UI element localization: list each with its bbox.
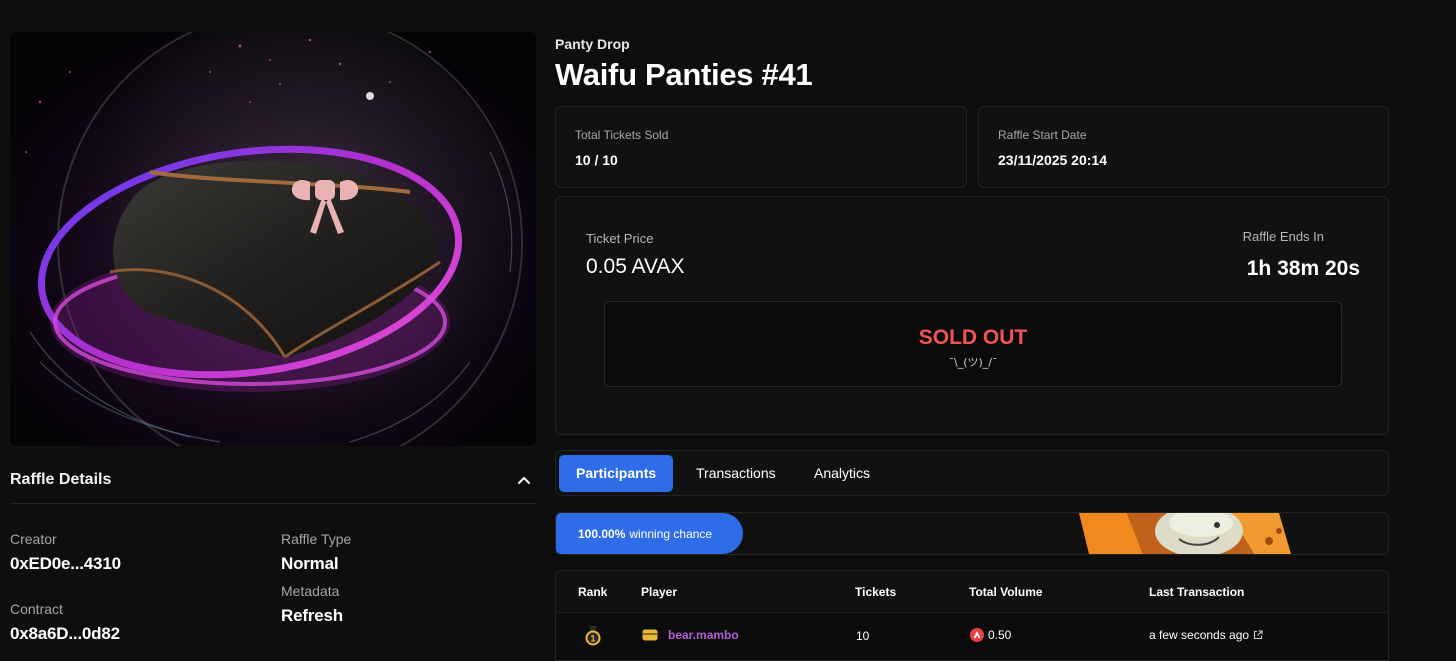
tickets-sold-label: Total Tickets Sold — [575, 128, 669, 142]
col-tickets: Tickets — [855, 585, 897, 599]
total-volume-cell: 0.50 — [970, 628, 1011, 642]
gold-medal-icon: 1 — [585, 626, 601, 646]
tab-analytics[interactable]: Analytics — [814, 455, 870, 492]
shrug-emoticon: ¯\_(ツ)_/¯ — [948, 356, 998, 369]
table-header: Rank Player Tickets Total Volume Last Tr… — [556, 571, 1388, 613]
chevron-up-icon[interactable] — [518, 476, 530, 484]
tab-transactions[interactable]: Transactions — [696, 455, 776, 492]
raffle-type-value: Normal — [281, 554, 339, 573]
start-date-value: 23/11/2025 20:14 — [998, 152, 1107, 168]
raffle-type-label: Raffle Type — [281, 531, 352, 547]
table-row: 1 bear.mambo 10 0.50 a few seconds ago — [556, 613, 1388, 660]
player-name[interactable]: bear.mambo — [668, 628, 739, 642]
raffle-details-header[interactable]: Raffle Details — [10, 456, 536, 504]
tickets-sold-value: 10 / 10 — [575, 152, 618, 168]
ticket-price-label: Ticket Price — [586, 231, 654, 246]
total-volume-value: 0.50 — [988, 628, 1012, 642]
collection-name[interactable]: Panty Drop — [555, 36, 630, 52]
col-last-transaction: Last Transaction — [1149, 585, 1245, 599]
col-total-volume: Total Volume — [969, 585, 1043, 599]
raffle-ends-label: Raffle Ends In — [1242, 229, 1324, 244]
external-link-icon[interactable] — [1253, 630, 1263, 640]
ticket-count: 10 — [856, 629, 870, 643]
ticket-price-value: 0.05 AVAX — [586, 255, 685, 278]
page-title: Waifu Panties #41 — [555, 57, 813, 92]
sold-out-label: SOLD OUT — [918, 326, 1028, 349]
tab-bar: Participants Transactions Analytics — [555, 450, 1389, 496]
nft-image — [10, 32, 536, 446]
winning-chance-text: winning chance — [629, 526, 713, 541]
contract-address[interactable]: 0x8a6D...0d82 — [10, 624, 120, 644]
wallet-icon — [642, 629, 658, 641]
raffle-details-title: Raffle Details — [10, 470, 112, 488]
nft-artwork — [10, 32, 536, 446]
participants-table: Rank Player Tickets Total Volume Last Tr… — [555, 570, 1389, 661]
creator-address[interactable]: 0xED0e...4310 — [10, 554, 121, 574]
winning-chance-bar: 100.00% winning chance — [555, 512, 1389, 555]
mascot-illustration — [1079, 513, 1291, 554]
tickets-sold-card: Total Tickets Sold 10 / 10 — [555, 106, 967, 188]
start-date-card: Raffle Start Date 23/11/2025 20:14 — [978, 106, 1389, 188]
contract-label: Contract — [10, 601, 63, 617]
last-transaction-time[interactable]: a few seconds ago — [1149, 628, 1249, 642]
ticket-purchase-card: Ticket Price 0.05 AVAX Raffle Ends In 1h… — [555, 196, 1389, 435]
tab-participants[interactable]: Participants — [559, 455, 674, 492]
creator-label: Creator — [10, 531, 57, 547]
winning-chance-pill: 100.00% winning chance — [556, 513, 743, 554]
avax-icon — [970, 628, 984, 642]
raffle-countdown: 1h 38m 20s — [1246, 257, 1360, 280]
player-link[interactable]: bear.mambo — [642, 628, 739, 642]
col-rank: Rank — [578, 585, 608, 599]
metadata-refresh-button[interactable]: Refresh — [281, 606, 343, 626]
last-transaction-link[interactable]: a few seconds ago — [1149, 628, 1263, 642]
metadata-label: Metadata — [281, 583, 340, 599]
sold-out-panel: SOLD OUT ¯\_(ツ)_/¯ — [604, 301, 1342, 387]
start-date-label: Raffle Start Date — [998, 128, 1087, 142]
winning-chance-percent: 100.00% — [578, 526, 626, 541]
rank-number: 1 — [590, 634, 595, 644]
col-player: Player — [641, 585, 678, 599]
